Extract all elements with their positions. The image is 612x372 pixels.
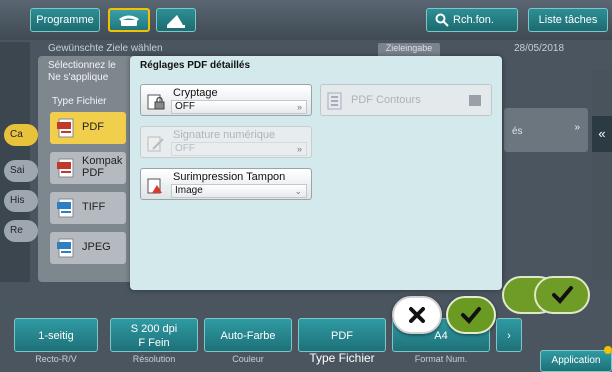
job-list-button[interactable]: Liste tâches	[528, 8, 608, 32]
double-chevron-right-icon: »	[296, 144, 302, 154]
dialog-title: Réglages PDF détaillés	[140, 60, 251, 71]
phone-icon	[119, 15, 139, 26]
background-right-label: és	[512, 126, 523, 137]
type-compact-pdf-label: Kompak PDF	[82, 155, 122, 179]
chevron-down-icon: ⌄	[294, 186, 302, 196]
duplex-label: Recto-R/V	[35, 354, 77, 364]
resolution-button[interactable]: S 200 dpi F Fein	[110, 318, 198, 352]
date-display: 28/05/2018	[514, 43, 565, 54]
signature-icon	[147, 136, 164, 152]
file-type-label: Type Fichier	[309, 351, 375, 365]
checkmark-icon	[552, 286, 573, 304]
popup-instruction-1: Sélectionnez le	[48, 60, 116, 71]
popup-instruction-2: Ne s'applique	[48, 72, 109, 83]
close-icon	[409, 307, 425, 323]
top-bar: Programme Rch.fon. Liste tâches	[0, 0, 612, 40]
resolution-value-1: S 200 dpi	[130, 323, 178, 335]
encryption-button[interactable]: Cryptage OFF »	[140, 84, 312, 116]
color-button[interactable]: Auto-Farbe	[204, 318, 292, 352]
type-pdf-label: PDF	[82, 121, 104, 133]
type-tiff-label: TIFF	[82, 201, 106, 213]
cancel-button[interactable]	[392, 296, 442, 334]
file-type-button[interactable]: PDF	[298, 318, 386, 352]
double-chevron-right-icon: »	[296, 102, 302, 112]
stamp-overlay-label: Surimpression Tampon	[173, 171, 286, 183]
type-compact-pdf-label-1: Kompak	[82, 155, 123, 167]
type-compact-pdf-button[interactable]: Kompak PDF	[50, 152, 126, 184]
stamp-overlay-value: Image ⌄	[171, 184, 307, 198]
phone-mode-button[interactable]	[108, 8, 150, 32]
checkmark-icon	[461, 307, 481, 324]
fax-mode-button[interactable]	[156, 8, 196, 32]
file-type-title: Type Fichier	[52, 96, 107, 107]
search-button[interactable]: Rch.fon.	[426, 8, 518, 32]
background-ok-button	[534, 276, 590, 314]
digital-signature-value: OFF »	[171, 142, 307, 156]
outline-document-icon	[327, 92, 342, 110]
pdf-file-icon	[57, 118, 74, 138]
program-button[interactable]: Programme	[30, 8, 100, 32]
side-pill-1[interactable]: Ca	[4, 124, 38, 146]
file-type-popup: Sélectionnez le Ne s'applique Type Fichi…	[38, 56, 136, 282]
pdf-outlines-checkbox: PDF Contours	[320, 84, 492, 116]
type-jpeg-label: JPEG	[82, 241, 111, 253]
notification-dot	[604, 346, 612, 354]
pdf-settings-dialog: Réglages PDF détaillés Cryptage OFF » Si…	[130, 56, 502, 290]
scan-size-label: Format Num.	[414, 354, 468, 364]
next-page-button[interactable]: ›	[496, 318, 522, 352]
destination-header: Gewünschte Ziele wählen	[48, 43, 163, 54]
type-compact-pdf-label-2: PDF	[82, 167, 104, 179]
side-pill-3[interactable]: His	[4, 190, 38, 212]
duplex-button[interactable]: 1-seitig	[14, 318, 98, 352]
search-label: Rch.fon.	[453, 14, 494, 26]
digital-signature-label: Signature numérique	[173, 129, 276, 141]
digital-signature-value-text: OFF	[175, 143, 195, 154]
stamp-overlay-value-text: Image	[175, 185, 203, 196]
encryption-value: OFF »	[171, 100, 307, 114]
right-strip: «	[592, 70, 612, 280]
application-button[interactable]: Application	[540, 350, 612, 372]
type-tiff-button[interactable]: TIFF	[50, 192, 126, 224]
compact-pdf-file-icon	[57, 158, 74, 178]
background-right-panel[interactable]: és »	[504, 108, 588, 152]
resolution-value-2: F Fein	[138, 337, 170, 349]
jpeg-file-icon	[57, 238, 74, 258]
collapse-arrow-icon[interactable]: «	[592, 116, 612, 152]
type-pdf-button[interactable]: PDF	[50, 112, 126, 144]
ok-button[interactable]	[446, 296, 496, 334]
resolution-label: Résolution	[132, 354, 176, 364]
double-chevron-icon: »	[574, 122, 580, 133]
encryption-value-text: OFF	[175, 101, 195, 112]
tiff-file-icon	[57, 198, 74, 218]
digital-signature-button: Signature numérique OFF »	[140, 126, 312, 158]
stamp-overlay-button[interactable]: Surimpression Tampon Image ⌄	[140, 168, 312, 200]
pdf-outlines-label: PDF Contours	[351, 94, 421, 106]
search-icon	[435, 13, 449, 27]
side-pill-4[interactable]: Re	[4, 220, 38, 242]
side-pill-2[interactable]: Sai	[4, 160, 38, 182]
stamp-icon	[147, 178, 162, 194]
destination-input-button[interactable]: Zieleingabe	[378, 43, 440, 57]
checkbox-icon	[469, 95, 481, 106]
color-label: Couleur	[232, 354, 264, 364]
type-jpeg-button[interactable]: JPEG	[50, 232, 126, 264]
fax-icon	[167, 15, 185, 28]
encryption-label: Cryptage	[173, 87, 218, 99]
encryption-lock-icon	[147, 94, 165, 110]
